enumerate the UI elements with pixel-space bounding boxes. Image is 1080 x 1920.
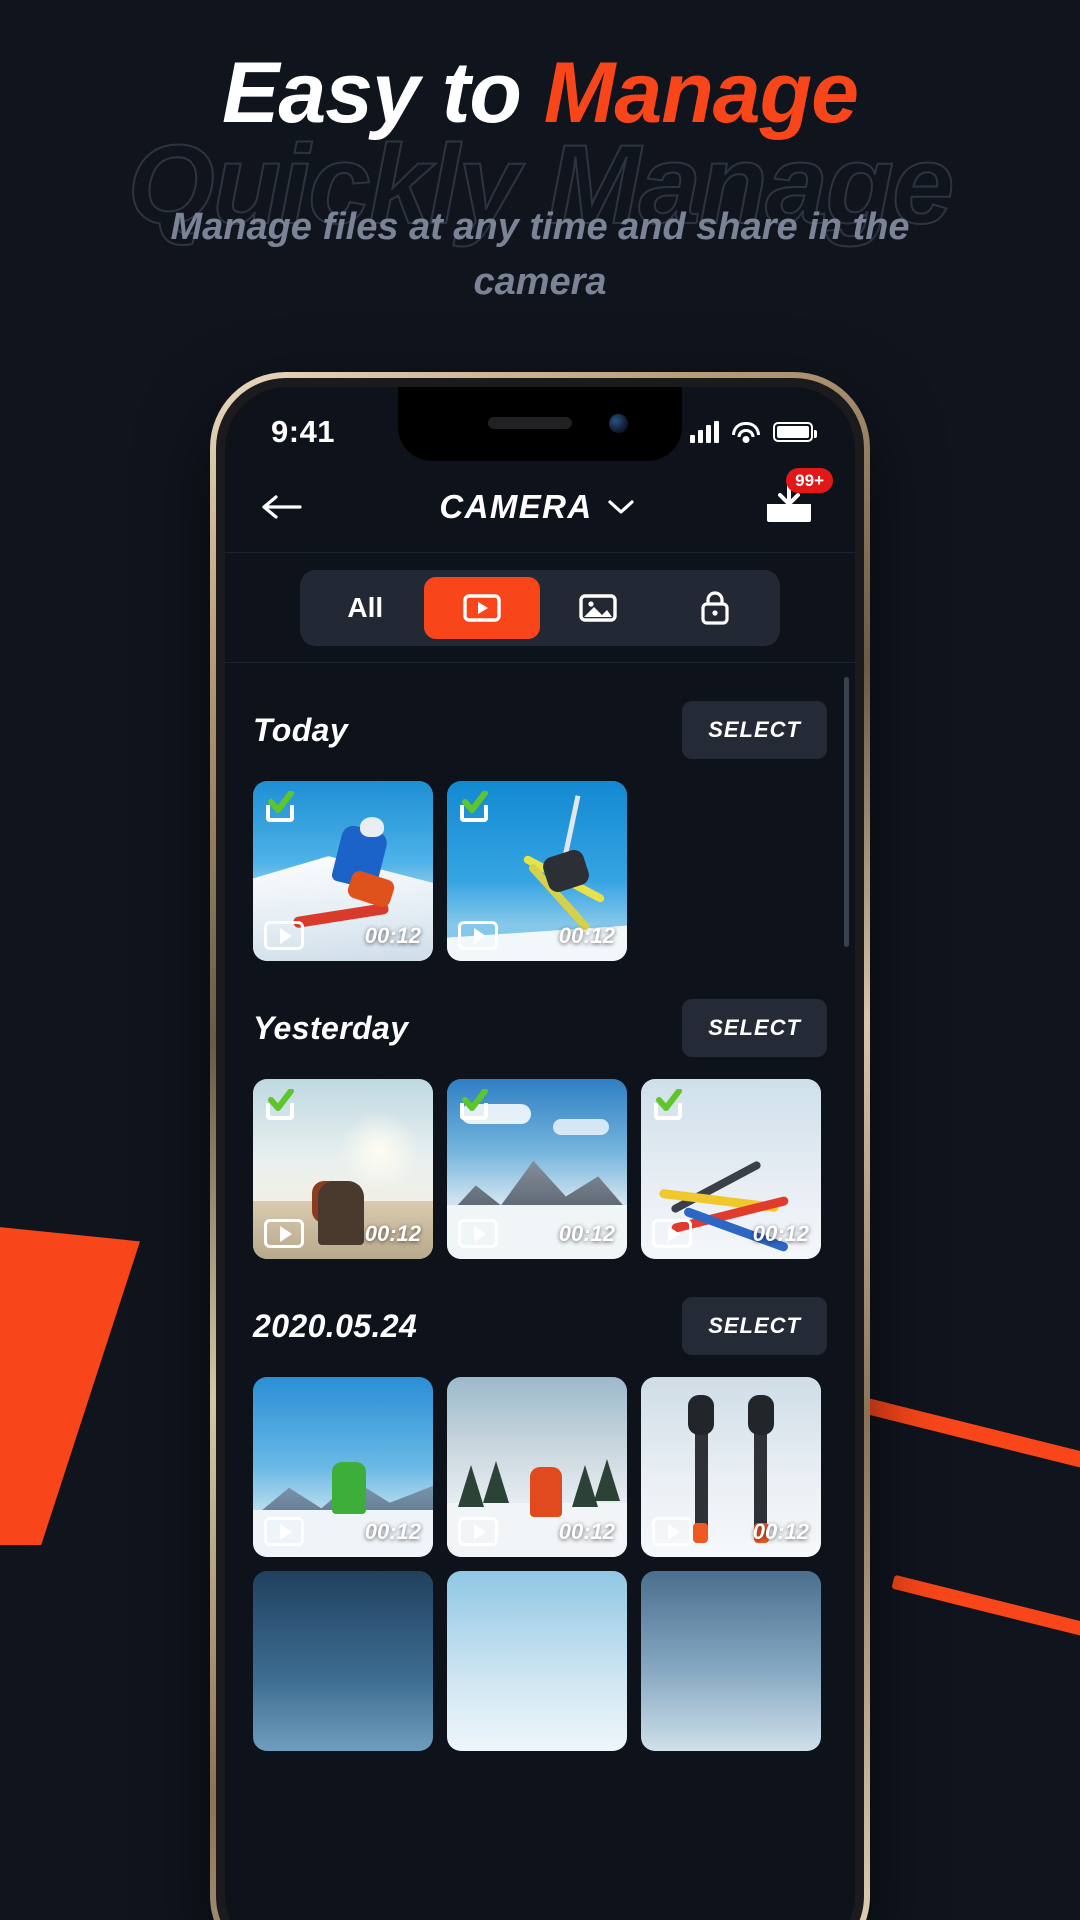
media-list[interactable]: Today SELECT 00:12 00:12 Yesterday SELEC… bbox=[225, 663, 855, 1920]
phone-screen: 9:41 CAMERA 99+ All Today SELECT 00:12 0… bbox=[225, 387, 855, 1920]
play-icon bbox=[264, 921, 304, 950]
battery-icon bbox=[773, 422, 817, 442]
duration-label: 00:12 bbox=[364, 1221, 421, 1246]
select-button[interactable]: SELECT bbox=[682, 1297, 827, 1355]
hero-section: Quickly Manage Easy to Manage Manage fil… bbox=[0, 0, 1080, 310]
check-icon bbox=[462, 1089, 488, 1111]
media-thumbnail[interactable] bbox=[447, 1571, 627, 1751]
page-title-text: CAMERA bbox=[439, 487, 593, 525]
camera-title-dropdown[interactable]: CAMERA bbox=[311, 488, 763, 526]
check-icon bbox=[462, 791, 488, 813]
section-header: 2020.05.24 SELECT bbox=[253, 1259, 827, 1377]
tab-video[interactable] bbox=[423, 576, 540, 639]
media-thumbnail[interactable]: 00:12 bbox=[447, 1377, 627, 1557]
duration-label: 00:12 bbox=[364, 1519, 421, 1544]
media-grid: 00:12 00:12 bbox=[253, 1079, 827, 1259]
status-time: 9:41 bbox=[271, 414, 336, 449]
chevron-down-icon bbox=[608, 499, 634, 514]
select-button[interactable]: SELECT bbox=[682, 701, 827, 759]
section-header: Today SELECT bbox=[253, 663, 827, 781]
media-thumbnail[interactable]: 00:12 bbox=[253, 1079, 433, 1259]
orange-shape-right-top bbox=[861, 1397, 1080, 1469]
wifi-icon bbox=[732, 421, 760, 443]
back-arrow-icon bbox=[262, 494, 302, 519]
duration-label: 00:12 bbox=[752, 1519, 809, 1544]
play-icon bbox=[458, 1517, 498, 1546]
orange-shape-left bbox=[0, 1215, 140, 1545]
section-title: Today bbox=[253, 711, 349, 748]
tab-photo[interactable] bbox=[540, 577, 657, 639]
media-thumbnail[interactable] bbox=[641, 1571, 821, 1751]
check-icon bbox=[268, 791, 294, 813]
download-button[interactable]: 99+ bbox=[763, 467, 833, 536]
tab-all[interactable]: All bbox=[307, 577, 424, 639]
video-icon bbox=[463, 593, 501, 622]
checkbox-checked[interactable] bbox=[458, 1089, 492, 1120]
download-badge: 99+ bbox=[786, 467, 833, 494]
scrollbar[interactable] bbox=[844, 677, 849, 947]
checkbox-checked[interactable] bbox=[652, 1089, 686, 1120]
section-title: Yesterday bbox=[253, 1009, 409, 1046]
headline-primary: Easy to bbox=[221, 45, 544, 141]
play-icon bbox=[652, 1219, 692, 1248]
duration-label: 00:12 bbox=[558, 923, 615, 948]
play-icon bbox=[264, 1219, 304, 1248]
filter-tabs-row: All bbox=[225, 553, 855, 663]
check-icon bbox=[268, 1089, 294, 1111]
play-icon bbox=[458, 1219, 498, 1248]
status-icons bbox=[690, 421, 817, 443]
section-title: 2020.05.24 bbox=[253, 1307, 418, 1344]
duration-label: 00:12 bbox=[364, 923, 421, 948]
tab-private[interactable] bbox=[657, 577, 774, 639]
phone-mockup: 9:41 CAMERA 99+ All Today SELECT 00:12 0… bbox=[210, 372, 870, 1920]
app-header: CAMERA 99+ bbox=[225, 461, 855, 553]
play-icon bbox=[458, 921, 498, 950]
signal-bars-icon bbox=[690, 421, 719, 443]
headline-accent: Manage bbox=[543, 45, 859, 141]
media-thumbnail[interactable]: 00:12 bbox=[253, 781, 433, 961]
media-grid bbox=[253, 1571, 827, 1751]
status-bar: 9:41 bbox=[225, 387, 855, 461]
back-button[interactable] bbox=[253, 478, 311, 536]
media-grid: 00:12 00:12 00:12 bbox=[253, 1377, 827, 1557]
hero-subtitle: Manage files at any time and share in th… bbox=[170, 206, 910, 304]
checkbox-checked[interactable] bbox=[264, 791, 298, 822]
filter-tabs: All bbox=[300, 569, 780, 646]
orange-shape-right-bottom bbox=[891, 1574, 1080, 1640]
media-thumbnail[interactable] bbox=[253, 1571, 433, 1751]
play-icon bbox=[264, 1517, 304, 1546]
media-thumbnail[interactable]: 00:12 bbox=[641, 1377, 821, 1557]
media-thumbnail[interactable]: 00:12 bbox=[641, 1079, 821, 1259]
image-icon bbox=[579, 593, 617, 622]
page-title: Easy to Manage bbox=[0, 48, 1080, 138]
duration-label: 00:12 bbox=[558, 1221, 615, 1246]
section-header: Yesterday SELECT bbox=[253, 961, 827, 1079]
checkbox-checked[interactable] bbox=[458, 791, 492, 822]
duration-label: 00:12 bbox=[558, 1519, 615, 1544]
checkbox-checked[interactable] bbox=[264, 1089, 298, 1120]
play-icon bbox=[652, 1517, 692, 1546]
lock-icon bbox=[701, 590, 729, 625]
media-thumbnail[interactable]: 00:12 bbox=[253, 1377, 433, 1557]
media-thumbnail[interactable]: 00:12 bbox=[447, 1079, 627, 1259]
phone-frame: 9:41 CAMERA 99+ All Today SELECT 00:12 0… bbox=[210, 372, 870, 1920]
media-grid: 00:12 00:12 bbox=[253, 781, 827, 961]
check-icon bbox=[656, 1089, 682, 1111]
phone-bezel: 9:41 CAMERA 99+ All Today SELECT 00:12 0… bbox=[216, 378, 864, 1920]
duration-label: 00:12 bbox=[752, 1221, 809, 1246]
select-button[interactable]: SELECT bbox=[682, 999, 827, 1057]
media-thumbnail[interactable]: 00:12 bbox=[447, 781, 627, 961]
